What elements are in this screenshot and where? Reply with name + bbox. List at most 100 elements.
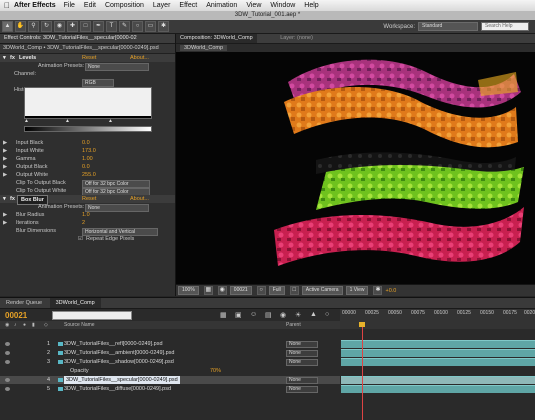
layer-name[interactable]: 3DW_TutorialFiles__refl[0000-0249].psd [64, 340, 163, 348]
layer-name[interactable]: 3DW_TutorialFiles__specular[0000-0249].p… [64, 376, 180, 384]
gamma-handle-icon[interactable]: ▲ [65, 118, 70, 124]
motion-blur-icon[interactable]: ◉ [280, 311, 286, 319]
search-help-input[interactable]: Search Help [481, 22, 529, 31]
fx-icon[interactable]: fx [10, 195, 15, 203]
stopwatch-icon[interactable]: ▶ [3, 139, 7, 147]
tab-composition[interactable]: Composition: 3DWorld_Comp [176, 34, 257, 43]
brainstorm-icon[interactable]: ☀ [295, 311, 301, 319]
parent-dropdown[interactable]: None [286, 341, 318, 348]
stopwatch-icon[interactable]: ▶ [3, 147, 7, 155]
eye-icon[interactable] [5, 342, 10, 346]
apple-menu-icon[interactable]:  [0, 1, 14, 10]
levels-reset-link[interactable]: Reset [82, 54, 96, 62]
layer-row[interactable]: 2 3DW_TutorialFiles__ambient[0000-0249].… [0, 349, 340, 357]
current-time-indicator-head[interactable] [359, 322, 365, 327]
layer-name[interactable]: 3DW_TutorialFiles__diffuse[0000-0249].ps… [64, 385, 171, 393]
twirl-icon[interactable]: ▾ [3, 54, 6, 62]
input-black-handle-icon[interactable]: ▲ [24, 118, 29, 124]
grid-icon[interactable]: ▦ [203, 286, 213, 295]
menu-effect[interactable]: Effect [179, 2, 197, 9]
parent-header[interactable]: Parent [286, 321, 301, 329]
menu-layer[interactable]: Layer [153, 2, 171, 9]
levels-effect-row[interactable]: ▾ fx Levels Reset About... [0, 54, 175, 62]
selection-tool-icon[interactable]: ▲ [2, 21, 13, 32]
comp-subtab-label[interactable]: 3DWorld_Comp [180, 45, 228, 51]
app-menu[interactable]: After Effects [14, 2, 56, 9]
parent-dropdown[interactable]: None [286, 386, 318, 393]
magnification-dropdown[interactable]: 100% [178, 286, 199, 295]
current-time-indicator[interactable] [362, 322, 363, 420]
layer-row-selected[interactable]: 4 3DW_TutorialFiles__specular[0000-0249]… [0, 376, 340, 384]
fx-icon[interactable]: fx [10, 54, 15, 62]
resolution-dropdown[interactable]: Full [268, 286, 285, 295]
shy-icon[interactable]: ☺ [250, 311, 257, 318]
stopwatch-icon[interactable]: ▶ [3, 171, 7, 179]
exposure-value[interactable]: +0.0 [385, 288, 396, 294]
menu-help[interactable]: Help [304, 2, 318, 9]
menu-view[interactable]: View [246, 2, 261, 9]
menu-edit[interactable]: Edit [84, 2, 96, 9]
input-slider-track[interactable]: ▲ ▲ ▲ [24, 118, 150, 124]
blur-radius-value[interactable]: 1.0 [82, 211, 90, 219]
eye-icon[interactable] [5, 360, 10, 364]
mask-tool-icon[interactable]: □ [80, 21, 91, 32]
input-white-value[interactable]: 173.0 [82, 147, 96, 155]
output-black-value[interactable]: 0.0 [82, 163, 90, 171]
draft-3d-icon[interactable]: ▣ [235, 311, 242, 319]
box-blur-reset-link[interactable]: Reset [82, 195, 96, 203]
input-white-handle-icon[interactable]: ▲ [108, 118, 113, 124]
timeline-timecode[interactable]: 00021 [5, 311, 27, 320]
layer-duration-bar[interactable] [341, 376, 535, 384]
box-blur-about-link[interactable]: About... [130, 195, 149, 203]
camera-dropdown[interactable]: Active Camera [301, 286, 343, 295]
composition-viewer[interactable] [176, 52, 535, 285]
menu-animation[interactable]: Animation [206, 2, 237, 9]
layer-row[interactable]: 1 3DW_TutorialFiles__refl[0000-0249].psd… [0, 340, 340, 348]
tab-layer[interactable]: Layer: (none) [276, 34, 317, 43]
rotate-tool-icon[interactable]: ↻ [41, 21, 52, 32]
menu-window[interactable]: Window [270, 2, 295, 9]
input-black-value[interactable]: 0.0 [82, 139, 90, 147]
parent-dropdown[interactable]: None [286, 350, 318, 357]
live-update-icon[interactable]: ○ [325, 311, 329, 318]
clone-tool-icon[interactable]: ○ [132, 21, 143, 32]
eye-icon[interactable] [5, 351, 10, 355]
stopwatch-icon[interactable]: ▶ [3, 219, 7, 227]
workspace-dropdown[interactable]: Standard [418, 22, 478, 31]
region-of-interest-icon[interactable]: □ [289, 286, 299, 295]
pen-tool-icon[interactable]: ✒ [93, 21, 104, 32]
parent-dropdown[interactable]: None [286, 359, 318, 366]
iterations-value[interactable]: 2 [82, 219, 85, 227]
tab-effect-controls[interactable]: Effect Controls: 3DW_TutorialFiles__spec… [0, 34, 141, 43]
parent-dropdown[interactable]: None [286, 377, 318, 384]
eye-icon[interactable] [5, 387, 10, 391]
tab-3dworld-comp[interactable]: 3DWorld_Comp [49, 298, 101, 308]
box-blur-effect-row[interactable]: ▾ fx Box Blur Reset About... [0, 195, 175, 205]
show-snapshot-icon[interactable]: ○ [256, 286, 266, 295]
stopwatch-icon[interactable]: ▶ [3, 211, 7, 219]
type-tool-icon[interactable]: T [106, 21, 117, 32]
source-name-header[interactable]: Source Name [64, 321, 95, 329]
opacity-value[interactable]: 70% [210, 367, 221, 375]
levels-about-link[interactable]: About... [130, 54, 149, 62]
gamma-value[interactable]: 1.00 [82, 155, 93, 163]
menu-composition[interactable]: Composition [105, 2, 144, 9]
tab-render-queue[interactable]: Render Queue [0, 298, 48, 308]
puppet-tool-icon[interactable]: ✱ [158, 21, 169, 32]
layer-duration-bar[interactable] [341, 358, 535, 366]
snapshot-icon[interactable]: ◉ [217, 286, 227, 295]
fast-previews-icon[interactable]: ✱ [373, 286, 383, 295]
stopwatch-icon[interactable]: ▶ [3, 155, 7, 163]
twirl-icon[interactable]: ▾ [3, 195, 6, 203]
layer-duration-bar[interactable] [341, 385, 535, 393]
eye-icon[interactable] [5, 378, 10, 382]
graph-editor-icon[interactable]: ▲ [310, 311, 317, 318]
camera-tool-icon[interactable]: ◉ [54, 21, 65, 32]
layer-row[interactable]: 5 3DW_TutorialFiles__diffuse[0000-0249].… [0, 385, 340, 393]
frame-blending-icon[interactable]: ▤ [265, 311, 272, 319]
brush-tool-icon[interactable]: ✎ [119, 21, 130, 32]
stopwatch-icon[interactable]: ▶ [3, 163, 7, 171]
eraser-tool-icon[interactable]: ▭ [145, 21, 156, 32]
zoom-tool-icon[interactable]: ⚲ [28, 21, 39, 32]
layer-name[interactable]: 3DW_TutorialFiles__ambient[0000-0249].ps… [64, 349, 174, 357]
